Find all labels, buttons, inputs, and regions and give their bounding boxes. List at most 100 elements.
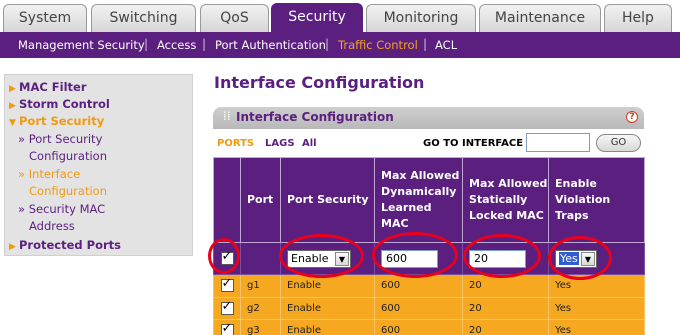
sidebar-item-label: » Interface	[18, 167, 81, 181]
sidebar-item-interface-config[interactable]: » Interface Configuration	[18, 167, 107, 198]
go-button[interactable]: GO	[596, 134, 641, 152]
row-select-cell	[213, 274, 241, 298]
subnav-access[interactable]: Access	[157, 38, 196, 52]
header-violation-traps: Enable Violation Traps	[548, 157, 645, 243]
row-select-cell	[213, 296, 241, 320]
subnav-management-security[interactable]: Management Security	[18, 38, 145, 52]
edit-max-static-cell: 20	[462, 242, 549, 275]
table-row: g3 Enable 600 20 Yes	[213, 319, 645, 335]
sidebar-item-label: MAC Filter	[19, 80, 87, 94]
cell-port: g3	[240, 319, 281, 335]
header-max-static: Max Allowed Statically Locked MAC	[462, 157, 549, 243]
goto-interface-input[interactable]	[526, 133, 590, 152]
select-value: Yes	[559, 251, 579, 265]
cell-port: g1	[240, 274, 281, 298]
chevron-right-icon: ▶	[9, 242, 16, 252]
page-title: Interface Configuration	[214, 73, 425, 92]
edit-violation-traps-cell: Yes ▼	[548, 242, 645, 275]
sidebar-item-mac-filter[interactable]: ▶ MAC Filter	[9, 80, 87, 94]
sidebar-item-label: Configuration	[29, 149, 107, 163]
cell-max-dynamic: 600	[374, 319, 463, 335]
row-checkbox[interactable]	[220, 321, 234, 335]
cell-max-static: 20	[462, 319, 549, 335]
filter-bar: PORTS LAGS All GO TO INTERFACE GO	[213, 129, 644, 157]
sidebar-item-protected-ports[interactable]: ▶ Protected Ports	[9, 238, 121, 252]
violation-traps-select[interactable]: Yes ▼	[555, 249, 597, 268]
header-max-dynamic: Max Allowed Dynamically Learned MAC	[374, 157, 463, 243]
panel-header: ⁞⁞ Interface Configuration ?	[213, 107, 644, 129]
filter-lags-link[interactable]: LAGS	[265, 138, 295, 149]
sidebar-item-label: Storm Control	[19, 97, 110, 111]
tab-security[interactable]: Security	[271, 3, 363, 33]
chevron-down-icon: ▼	[581, 251, 595, 266]
sidebar-item-storm-control[interactable]: ▶ Storm Control	[9, 97, 110, 111]
tab-maintenance[interactable]: Maintenance	[479, 4, 601, 32]
row-checkbox[interactable]	[220, 299, 234, 315]
page: System Switching QoS Security Monitoring…	[0, 0, 680, 335]
edit-max-dynamic-cell: 600	[374, 242, 463, 275]
sidebar-item-port-security-config[interactable]: » Port Security Configuration	[18, 132, 107, 163]
tab-help[interactable]: Help	[604, 4, 672, 32]
header-port-security: Port Security	[280, 157, 375, 243]
chevron-down-icon: ▼	[9, 118, 16, 128]
cell-max-dynamic: 600	[374, 296, 463, 320]
subnav-acl[interactable]: ACL	[435, 38, 457, 52]
cell-violation-traps: Yes	[548, 296, 645, 320]
sidebar-item-label: Address	[29, 219, 75, 233]
sidebar-item-security-mac[interactable]: » Security MAC Address	[18, 202, 105, 233]
tab-monitoring[interactable]: Monitoring	[366, 4, 476, 32]
edit-port-security-cell: Enable ▼	[280, 242, 375, 275]
edit-port-cell	[240, 242, 281, 275]
filter-all-link[interactable]: All	[302, 138, 317, 149]
interface-table: Port Port Security Max Allowed Dynamical…	[213, 157, 645, 335]
tab-qos[interactable]: QoS	[200, 4, 269, 32]
top-tabs: System Switching QoS Security Monitoring…	[0, 0, 680, 33]
cell-max-dynamic: 600	[374, 274, 463, 298]
sidebar-item-label: Protected Ports	[19, 238, 121, 252]
table-row: g1 Enable 600 20 Yes	[213, 274, 645, 298]
table-row: g2 Enable 600 20 Yes	[213, 296, 645, 320]
sidebar-item-label: » Port Security	[18, 132, 103, 146]
header-port: Port	[240, 157, 281, 243]
subnav-separator: |	[325, 37, 330, 51]
cell-port-security: Enable	[280, 319, 375, 335]
cell-max-static: 20	[462, 274, 549, 298]
sidebar-item-label: Configuration	[29, 184, 107, 198]
sidebar: ▶ MAC Filter ▶ Storm Control ▼ Port Securit…	[4, 74, 193, 256]
table-header-row: Port Port Security Max Allowed Dynamical…	[213, 157, 645, 243]
sidebar-item-label: » Security MAC	[18, 202, 106, 216]
header-select	[213, 157, 241, 243]
cell-violation-traps: Yes	[548, 274, 645, 298]
max-static-input[interactable]: 20	[469, 249, 526, 268]
sidebar-item-port-security[interactable]: ▼ Port Security	[9, 114, 104, 128]
tab-system[interactable]: System	[3, 4, 87, 32]
edit-row: Enable▼ 600 20 Yes▼	[213, 242, 645, 275]
select-all-checkbox[interactable]	[220, 249, 234, 265]
panel-title: Interface Configuration	[236, 110, 394, 124]
chevron-right-icon: ▶	[9, 101, 16, 111]
chevron-down-icon: ▼	[335, 251, 349, 266]
subnav-port-authentication[interactable]: Port Authentication	[215, 38, 326, 52]
max-dynamic-input[interactable]: 600	[381, 249, 438, 268]
subnav-traffic-control[interactable]: Traffic Control	[338, 38, 418, 52]
cell-port-security: Enable	[280, 296, 375, 320]
cell-violation-traps: Yes	[548, 319, 645, 335]
row-checkbox[interactable]	[220, 276, 234, 293]
sub-navigation: Management Security | Access | Port Auth…	[0, 32, 680, 58]
subnav-separator: |	[423, 37, 428, 51]
goto-interface-label: GO TO INTERFACE	[423, 138, 524, 149]
cell-port-security: Enable	[280, 274, 375, 298]
tab-switching[interactable]: Switching	[91, 4, 196, 32]
grip-icon: ⁞⁞	[223, 109, 231, 123]
port-security-select[interactable]: Enable ▼	[287, 249, 351, 268]
sidebar-item-label: Port Security	[19, 114, 105, 128]
edit-select-cell	[213, 242, 241, 275]
row-select-cell	[213, 319, 241, 335]
help-icon[interactable]: ?	[626, 111, 638, 123]
filter-ports-link[interactable]: PORTS	[217, 138, 254, 149]
select-value: Enable	[291, 251, 329, 265]
chevron-right-icon: ▶	[9, 84, 16, 94]
subnav-separator: |	[202, 37, 207, 51]
subnav-separator: |	[144, 37, 149, 51]
cell-port: g2	[240, 296, 281, 320]
